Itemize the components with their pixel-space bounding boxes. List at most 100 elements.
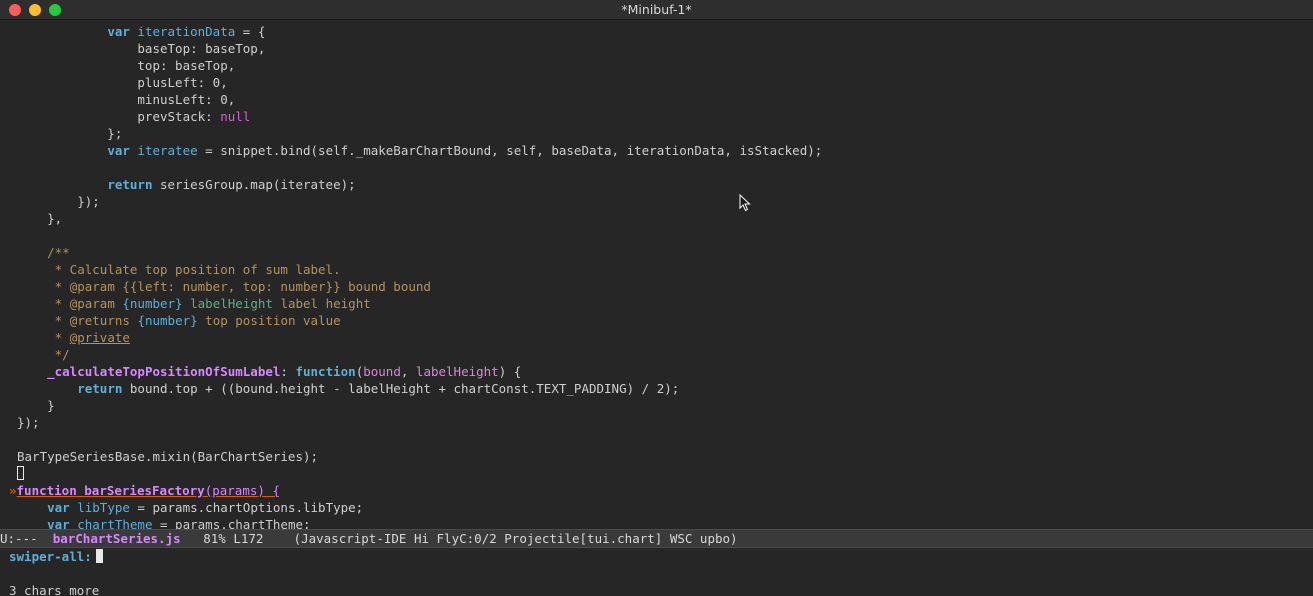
code-token: » [9, 483, 17, 498]
code-token: }); [17, 415, 40, 430]
code-token: var [107, 143, 130, 158]
code-line[interactable]: }; [0, 125, 1313, 142]
code-token: /** [17, 245, 70, 260]
code-token: iteratee [137, 143, 198, 158]
code-token: = snippet.bind(self._makeBarChartBound, … [197, 143, 823, 158]
code-token: params [212, 483, 258, 498]
code-line[interactable]: }); [0, 193, 1313, 210]
code-token: , [400, 364, 416, 379]
code-line[interactable]: var iterationData = { [0, 23, 1313, 40]
code-line[interactable]: var chartTheme = params.chartTheme; [0, 516, 1313, 529]
code-token: seriesGroup.map(iteratee); [152, 177, 356, 192]
code-line[interactable]: }); [0, 414, 1313, 431]
code-token: * [17, 330, 70, 345]
code-line[interactable]: plusLeft: 0, [0, 74, 1313, 91]
code-token: */ [17, 347, 70, 362]
code-line[interactable]: * @returns {number} top position value [0, 312, 1313, 329]
code-token: {number} [122, 296, 183, 311]
code-line[interactable]: return seriesGroup.map(iteratee); [0, 176, 1313, 193]
code-token: }); [17, 194, 100, 209]
code-buffer[interactable]: var iterationData = { baseTop: baseTop, … [0, 23, 1313, 529]
code-line[interactable]: baseTop: baseTop, [0, 40, 1313, 57]
code-line[interactable]: */ [0, 346, 1313, 363]
code-token: * [17, 279, 70, 294]
text-cursor [95, 549, 103, 563]
window-title: *Minibuf-1* [621, 2, 692, 17]
code-editor[interactable]: var iterationData = { baseTop: baseTop, … [0, 20, 1313, 529]
code-token: top: baseTop, [17, 58, 236, 73]
code-token: labelHeight [415, 364, 499, 379]
code-token: prevStack: [17, 109, 221, 124]
minibuffer-prompt-line[interactable]: swiper-all: [9, 548, 103, 565]
code-token: var [47, 517, 70, 529]
code-line[interactable]: * Calculate top position of sum label. [0, 261, 1313, 278]
code-token: iterationData [137, 24, 236, 39]
code-line[interactable]: var iteratee = snippet.bind(self._makeBa… [0, 142, 1313, 159]
code-line[interactable]: top: baseTop, [0, 57, 1313, 74]
code-token: libType [77, 500, 130, 515]
point-cursor [17, 466, 24, 480]
code-token: return [77, 381, 123, 396]
mode-list[interactable]: (Javascript-IDE Hi FlyC:0/2 Projectile[t… [294, 531, 738, 546]
code-line[interactable]: »function barSeriesFactory(params) { [0, 482, 1313, 499]
code-line[interactable] [0, 159, 1313, 176]
code-token: {{left: number, top: number}} bound boun… [114, 279, 431, 294]
code-token: @returns [69, 313, 130, 328]
code-token: var [47, 500, 70, 515]
code-token: @private [69, 330, 130, 345]
code-line[interactable] [0, 431, 1313, 448]
code-token: = params.chartTheme; [152, 517, 311, 529]
code-token: return [107, 177, 153, 192]
code-line[interactable]: } [0, 397, 1313, 414]
code-token: labelHeight [190, 296, 273, 311]
code-token: top position value [197, 313, 341, 328]
buffer-name[interactable]: barChartSeries.js [53, 531, 181, 546]
code-line[interactable]: }, [0, 210, 1313, 227]
code-line[interactable]: * @param {number} labelHeight label heig… [0, 295, 1313, 312]
code-token: bound.top + ((bound.height - labelHeight… [122, 381, 680, 396]
code-line[interactable]: var libType = params.chartOptions.libTyp… [0, 499, 1313, 516]
code-token: plusLeft: 0, [17, 75, 228, 90]
code-token: null [220, 109, 251, 124]
code-line[interactable]: * @param {{left: number, top: number}} b… [0, 278, 1313, 295]
code-token: {number} [137, 313, 198, 328]
code-token: }, [17, 211, 63, 226]
code-token: minusLeft: 0, [17, 92, 236, 107]
buffer-position: 81% L172 [203, 531, 264, 546]
code-line[interactable]: _calculateTopPositionOfSumLabel: functio… [0, 363, 1313, 380]
mode-line: U:--- barChartSeries.js 81% L172 (Javasc… [0, 529, 1313, 548]
code-token: function [16, 483, 77, 498]
code-token: chartTheme [77, 517, 153, 529]
code-token: = { [235, 24, 266, 39]
minibuffer[interactable]: swiper-all: 3 chars more [0, 548, 1313, 596]
code-token: : [280, 364, 296, 379]
minibuffer-hint: 3 chars more [9, 583, 100, 596]
code-token: }; [17, 126, 123, 141]
code-line[interactable]: * @private [0, 329, 1313, 346]
code-token: ) { [257, 483, 280, 498]
code-line[interactable]: return bound.top + ((bound.height - labe… [0, 380, 1313, 397]
code-token: @param [69, 279, 115, 294]
code-token: = params.chartOptions.libType; [129, 500, 364, 515]
code-line[interactable]: BarTypeSeriesBase.mixin(BarChartSeries); [0, 448, 1313, 465]
code-line[interactable]: minusLeft: 0, [0, 91, 1313, 108]
code-token: * [17, 296, 70, 311]
code-line[interactable] [0, 465, 1313, 482]
code-line[interactable]: prevStack: null [0, 108, 1313, 125]
code-token: function [295, 364, 356, 379]
code-token: } [17, 398, 55, 413]
code-token: label height [272, 296, 371, 311]
minibuffer-prompt: swiper-all: [9, 549, 92, 564]
code-token: var [107, 24, 130, 39]
code-line[interactable]: /** [0, 244, 1313, 261]
code-token: bound [363, 364, 401, 379]
code-line[interactable] [0, 227, 1313, 244]
code-token: BarTypeSeriesBase.mixin(BarChartSeries); [17, 449, 319, 464]
